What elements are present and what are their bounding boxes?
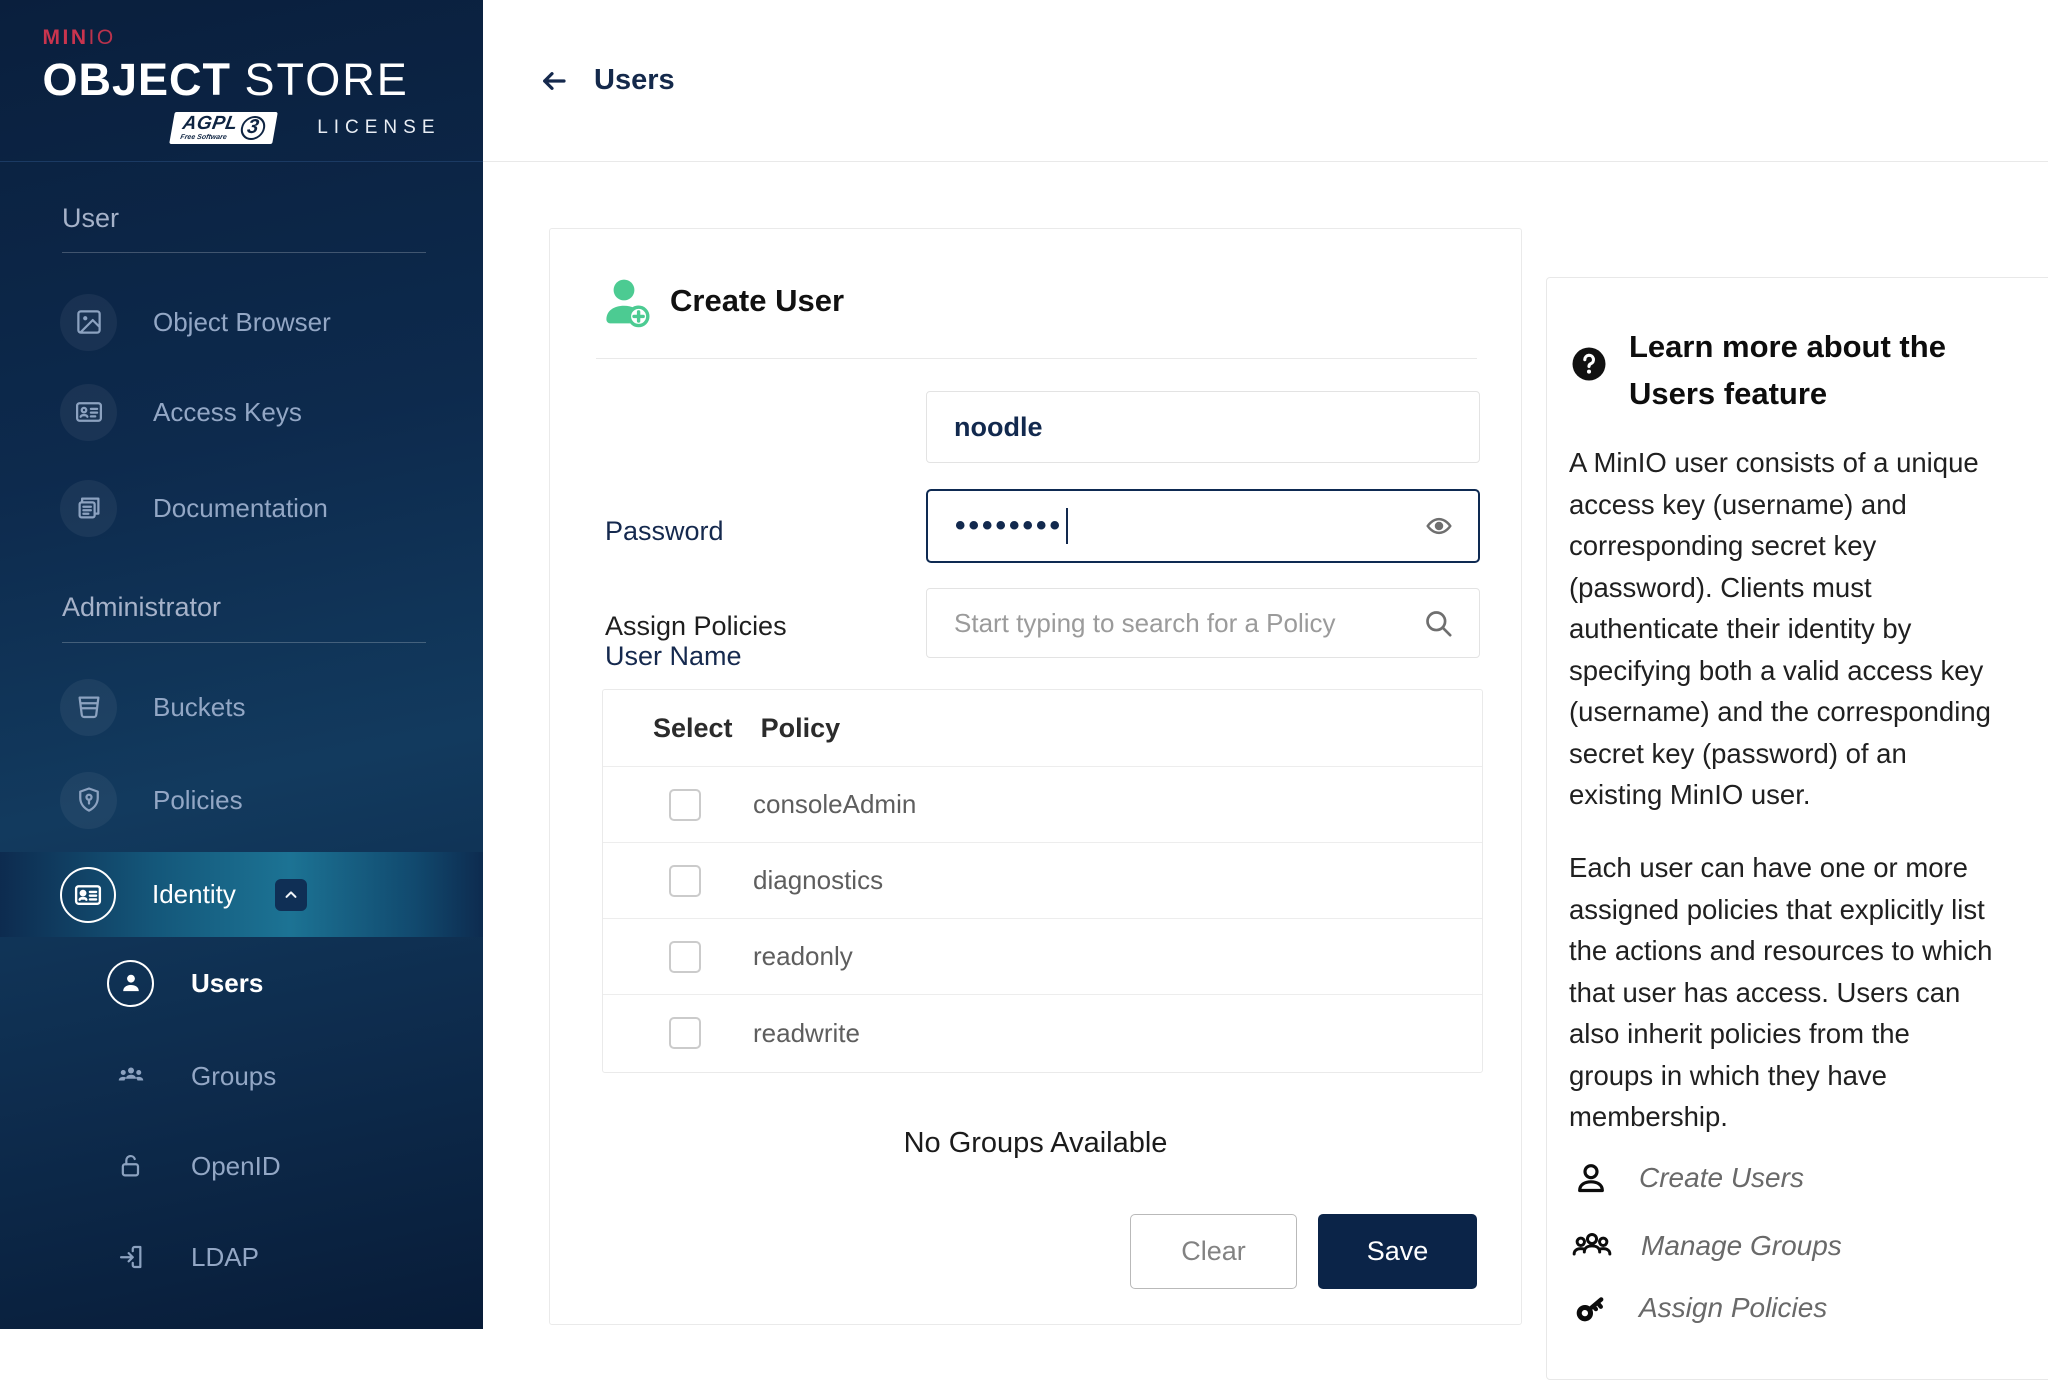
product-name: OBJECT STORE	[43, 54, 441, 106]
no-groups-message: No Groups Available	[550, 1127, 1521, 1160]
policy-name: consoleAdmin	[753, 789, 916, 820]
username-label: User Name	[605, 641, 742, 672]
save-button[interactable]: Save	[1318, 1214, 1477, 1289]
sidebar-item-label: Users	[191, 968, 263, 999]
help-header: Learn more about the Users feature	[1571, 323, 1946, 417]
help-link-manage-groups[interactable]: Manage Groups	[1571, 1220, 1842, 1272]
help-link-label: Create Users	[1639, 1162, 1804, 1194]
sidebar: MINIO OBJECT STORE AGPLFree Software 3 L…	[0, 0, 483, 1329]
policy-checkbox[interactable]	[669, 789, 701, 821]
sidebar-item-label: Buckets	[153, 692, 246, 723]
sidebar-item-label: Object Browser	[153, 307, 331, 338]
sidebar-item-label: Identity	[152, 879, 236, 910]
help-paragraph: Each user can have one or more assigned …	[1569, 847, 2048, 1138]
table-row: readonly	[603, 919, 1482, 995]
policy-table: Select Policy consoleAdmin diagnostics r…	[602, 689, 1483, 1073]
policy-name: readonly	[753, 941, 853, 972]
groups-icon	[107, 1061, 154, 1091]
select-column-header: Select	[653, 713, 733, 744]
policy-checkbox[interactable]	[669, 865, 701, 897]
minio-brand: MINIO	[43, 26, 441, 50]
help-link-assign-policies[interactable]: Assign Policies	[1571, 1282, 1827, 1334]
help-link-label: Assign Policies	[1639, 1292, 1827, 1324]
section-administrator: Administrator	[62, 592, 221, 623]
policy-checkbox[interactable]	[669, 941, 701, 973]
table-row: consoleAdmin	[603, 767, 1482, 843]
access-keys-icon	[60, 384, 117, 441]
sidebar-item-label: OpenID	[191, 1151, 281, 1182]
help-title: Learn more about the Users feature	[1629, 323, 1946, 417]
page-header: Users	[483, 0, 2048, 162]
sidebar-item-label: Access Keys	[153, 397, 302, 428]
back-arrow-icon[interactable]	[538, 65, 570, 97]
key-icon	[1571, 1288, 1611, 1328]
question-icon	[1571, 346, 1607, 417]
search-icon	[1421, 606, 1455, 640]
agpl-badge-icon: AGPLFree Software 3	[170, 112, 278, 144]
table-row: diagnostics	[603, 843, 1482, 919]
sidebar-item-identity[interactable]: Identity	[0, 852, 483, 937]
password-field[interactable]: ••••••••	[926, 489, 1480, 563]
policy-name: readwrite	[753, 1018, 860, 1049]
page-title: Create User	[670, 283, 844, 319]
username-field[interactable]: noodle	[926, 391, 1480, 463]
groups-icon	[1571, 1225, 1613, 1267]
users-icon	[107, 960, 154, 1007]
policy-checkbox[interactable]	[669, 1017, 701, 1049]
minio-logo: MINIO OBJECT STORE AGPLFree Software 3 L…	[0, 0, 483, 162]
sidebar-item-documentation[interactable]: Documentation	[0, 463, 483, 553]
help-paragraph: A MinIO user consists of a unique access…	[1569, 442, 2048, 816]
help-link-create-users[interactable]: Create Users	[1571, 1152, 1804, 1204]
assign-policies-label: Assign Policies	[605, 611, 787, 642]
password-label: Password	[605, 516, 724, 547]
eye-icon[interactable]	[1424, 511, 1454, 541]
policy-search-placeholder: Start typing to search for a Policy	[954, 608, 1336, 639]
identity-icon	[60, 867, 116, 923]
text-caret	[1066, 508, 1068, 544]
create-user-icon	[600, 274, 652, 328]
create-user-title-row: Create User	[600, 274, 844, 328]
divider	[596, 358, 1477, 359]
divider	[62, 252, 426, 253]
sidebar-item-ldap[interactable]: LDAP	[0, 1212, 483, 1302]
sidebar-item-object-browser[interactable]: Object Browser	[0, 277, 483, 367]
sidebar-item-groups[interactable]: Groups	[0, 1031, 483, 1121]
sidebar-item-label: Groups	[191, 1061, 276, 1092]
sidebar-item-label: Documentation	[153, 493, 328, 524]
section-user: User	[62, 203, 119, 234]
policy-column-header: Policy	[761, 713, 841, 744]
policy-table-header: Select Policy	[603, 690, 1482, 767]
breadcrumb-users[interactable]: Users	[594, 64, 675, 97]
help-link-label: Manage Groups	[1641, 1230, 1842, 1262]
user-icon	[1571, 1158, 1611, 1198]
object-browser-icon	[60, 294, 117, 351]
license-label: LICENSE	[317, 117, 440, 139]
help-panel: Learn more about the Users feature A Min…	[1546, 277, 2048, 1380]
sidebar-item-openid[interactable]: OpenID	[0, 1121, 483, 1211]
sidebar-item-label: LDAP	[191, 1242, 259, 1273]
form-actions: Clear Save	[1130, 1214, 1477, 1289]
create-user-card: Create User User Name noodle Password ••…	[549, 228, 1522, 1325]
clear-button[interactable]: Clear	[1130, 1214, 1297, 1289]
license-row: AGPLFree Software 3 LICENSE	[43, 112, 441, 144]
sidebar-item-buckets[interactable]: Buckets	[0, 662, 483, 752]
password-value: ••••••••	[955, 511, 1063, 541]
divider	[62, 642, 426, 643]
policy-name: diagnostics	[753, 865, 883, 896]
table-row: readwrite	[603, 995, 1482, 1071]
openid-unlock-icon	[107, 1152, 154, 1180]
policy-search-input[interactable]: Start typing to search for a Policy	[926, 588, 1480, 658]
documentation-icon	[60, 480, 117, 537]
ldap-login-icon	[107, 1243, 154, 1271]
buckets-icon	[60, 679, 117, 736]
sidebar-item-users[interactable]: Users	[0, 938, 483, 1028]
username-value: noodle	[954, 412, 1043, 443]
policies-icon	[60, 772, 117, 829]
chevron-up-icon[interactable]	[275, 879, 307, 911]
sidebar-item-access-keys[interactable]: Access Keys	[0, 367, 483, 457]
sidebar-item-label: Policies	[153, 785, 243, 816]
sidebar-item-policies[interactable]: Policies	[0, 755, 483, 845]
